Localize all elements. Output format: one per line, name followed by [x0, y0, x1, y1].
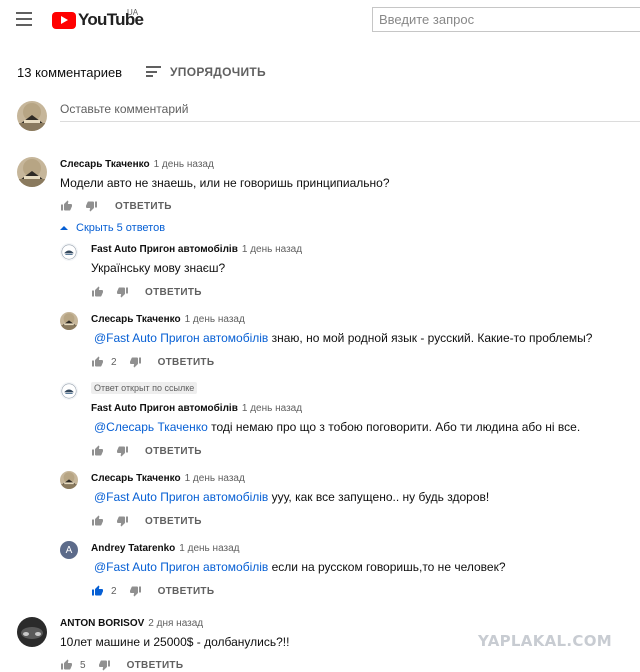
comment-author[interactable]: Fast Auto Пригон автомобілів 1 день назад — [91, 244, 302, 255]
comment-body: ууу, как все запущено.. ну будь здоров! — [268, 490, 490, 504]
comment-actions: 2 ОТВЕТИТЬ — [91, 356, 214, 368]
comment-author[interactable]: Fast Auto Пригон автомобілів 1 день назад — [91, 403, 302, 414]
like-count: 5 — [80, 659, 86, 671]
sort-icon[interactable] — [146, 66, 161, 77]
author-name[interactable]: Слесарь Ткаченко — [60, 159, 150, 170]
menu-icon[interactable] — [16, 12, 32, 26]
dislike-icon[interactable] — [129, 356, 142, 368]
comment-time[interactable]: 1 день назад — [154, 159, 214, 170]
reply-button[interactable]: ОТВЕТИТЬ — [115, 201, 172, 212]
like-icon[interactable] — [91, 515, 104, 527]
comment-actions: 5 ОТВЕТИТЬ — [60, 659, 183, 671]
comment-actions: ОТВЕТИТЬ — [91, 515, 202, 527]
reply-button[interactable]: ОТВЕТИТЬ — [145, 446, 202, 457]
search-input[interactable]: Введите запрос — [372, 7, 640, 32]
avatar[interactable] — [60, 382, 78, 400]
comment-count: 13 комментариев — [17, 65, 123, 80]
hide-replies-button[interactable]: Скрыть 5 ответов — [60, 222, 165, 234]
dislike-icon[interactable] — [116, 515, 129, 527]
like-count: 2 — [111, 585, 117, 597]
dislike-icon[interactable] — [129, 585, 142, 597]
comment-time[interactable]: 1 день назад — [185, 314, 245, 325]
avatar-letter: A — [65, 544, 73, 556]
avatar[interactable] — [60, 471, 78, 489]
author-name[interactable]: Andrey Tatarenko — [91, 543, 175, 554]
user-avatar — [17, 101, 47, 131]
comment-author[interactable]: Слесарь Ткаченко 1 день назад — [91, 314, 245, 325]
comment-text: Українську мову знаєш? — [91, 261, 226, 275]
region-label: UA — [127, 8, 139, 17]
like-count: 2 — [111, 356, 117, 368]
avatar[interactable] — [17, 157, 47, 187]
sort-button[interactable]: УПОРЯДОЧИТЬ — [170, 65, 266, 79]
like-icon[interactable] — [60, 200, 73, 212]
comment-time[interactable]: 2 дня назад — [148, 618, 203, 629]
linked-reply-badge: Ответ открыт по ссылке — [91, 382, 198, 394]
reply-button[interactable]: ОТВЕТИТЬ — [158, 357, 215, 368]
comment-actions: 2 ОТВЕТИТЬ — [91, 585, 214, 597]
reply-button[interactable]: ОТВЕТИТЬ — [145, 516, 202, 527]
mention-link[interactable]: @Слесарь Ткаченко — [94, 420, 208, 434]
comment-actions: ОТВЕТИТЬ — [91, 286, 202, 298]
dislike-icon[interactable] — [98, 659, 111, 671]
like-icon[interactable] — [60, 659, 73, 671]
mention-link[interactable]: @Fast Auto Пригон автомобілів — [94, 490, 268, 504]
comment-text: @Fast Auto Пригон автомобілів знаю, но м… — [94, 331, 592, 345]
author-name[interactable]: ANTON BORISOV — [60, 618, 144, 629]
comment-body: если на русском говоришь,то не человек? — [268, 560, 506, 574]
avatar[interactable] — [17, 617, 47, 647]
comment-body: знаю, но мой родной язык - русский. Каки… — [268, 331, 593, 345]
comment-text: @Слесарь Ткаченко тоді немаю про що з то… — [94, 420, 580, 434]
comment-body: тоді немаю про що з тобою поговорити. Аб… — [207, 420, 581, 434]
avatar[interactable]: A — [60, 541, 78, 559]
top-bar: YouTube UA Введите запрос — [0, 0, 640, 40]
comment-text: @Fast Auto Пригон автомобілів если на ру… — [94, 560, 506, 574]
reply-button[interactable]: ОТВЕТИТЬ — [145, 287, 202, 298]
dislike-icon[interactable] — [116, 286, 129, 298]
comment-actions: ОТВЕТИТЬ — [91, 445, 202, 457]
author-name[interactable]: Fast Auto Пригон автомобілів — [91, 403, 238, 414]
hide-replies-label: Скрыть 5 ответов — [76, 222, 166, 234]
dislike-icon[interactable] — [116, 445, 129, 457]
caret-up-icon — [60, 226, 68, 230]
mention-link[interactable]: @Fast Auto Пригон автомобілів — [94, 560, 268, 574]
comment-time[interactable]: 1 день назад — [242, 403, 302, 414]
comment-author[interactable]: Слесарь Ткаченко 1 день назад — [60, 159, 214, 170]
play-icon — [52, 11, 76, 29]
like-icon[interactable] — [91, 445, 104, 457]
comment-text: @Fast Auto Пригон автомобілів ууу, как в… — [94, 490, 489, 504]
comment-time[interactable]: 1 день назад — [242, 244, 302, 255]
like-icon[interactable] — [91, 585, 104, 597]
add-comment-input[interactable]: Оставьте комментарий — [60, 102, 640, 122]
like-icon[interactable] — [91, 356, 104, 368]
author-name[interactable]: Слесарь Ткаченко — [91, 473, 181, 484]
mention-link[interactable]: @Fast Auto Пригон автомобілів — [94, 331, 268, 345]
avatar[interactable] — [60, 243, 78, 261]
author-name[interactable]: Слесарь Ткаченко — [91, 314, 181, 325]
comment-actions: ОТВЕТИТЬ — [60, 200, 172, 212]
comment-author[interactable]: Слесарь Ткаченко 1 день назад — [91, 473, 245, 484]
comment-time[interactable]: 1 день назад — [185, 473, 245, 484]
dislike-icon[interactable] — [85, 200, 98, 212]
comment-time[interactable]: 1 день назад — [179, 543, 239, 554]
like-icon[interactable] — [91, 286, 104, 298]
comment-text: 10лет машине и 25000$ - долбанулись?!! — [60, 635, 290, 649]
reply-button[interactable]: ОТВЕТИТЬ — [127, 660, 184, 671]
comment-author[interactable]: ANTON BORISOV 2 дня назад — [60, 618, 203, 629]
watermark: YAPLAKAL.COM — [478, 632, 612, 650]
comment-text: Модели авто не знаешь, или не говоришь п… — [60, 176, 390, 190]
author-name[interactable]: Fast Auto Пригон автомобілів — [91, 244, 238, 255]
reply-button[interactable]: ОТВЕТИТЬ — [158, 586, 215, 597]
comment-author[interactable]: Andrey Tatarenko 1 день назад — [91, 543, 240, 554]
avatar[interactable] — [60, 312, 78, 330]
